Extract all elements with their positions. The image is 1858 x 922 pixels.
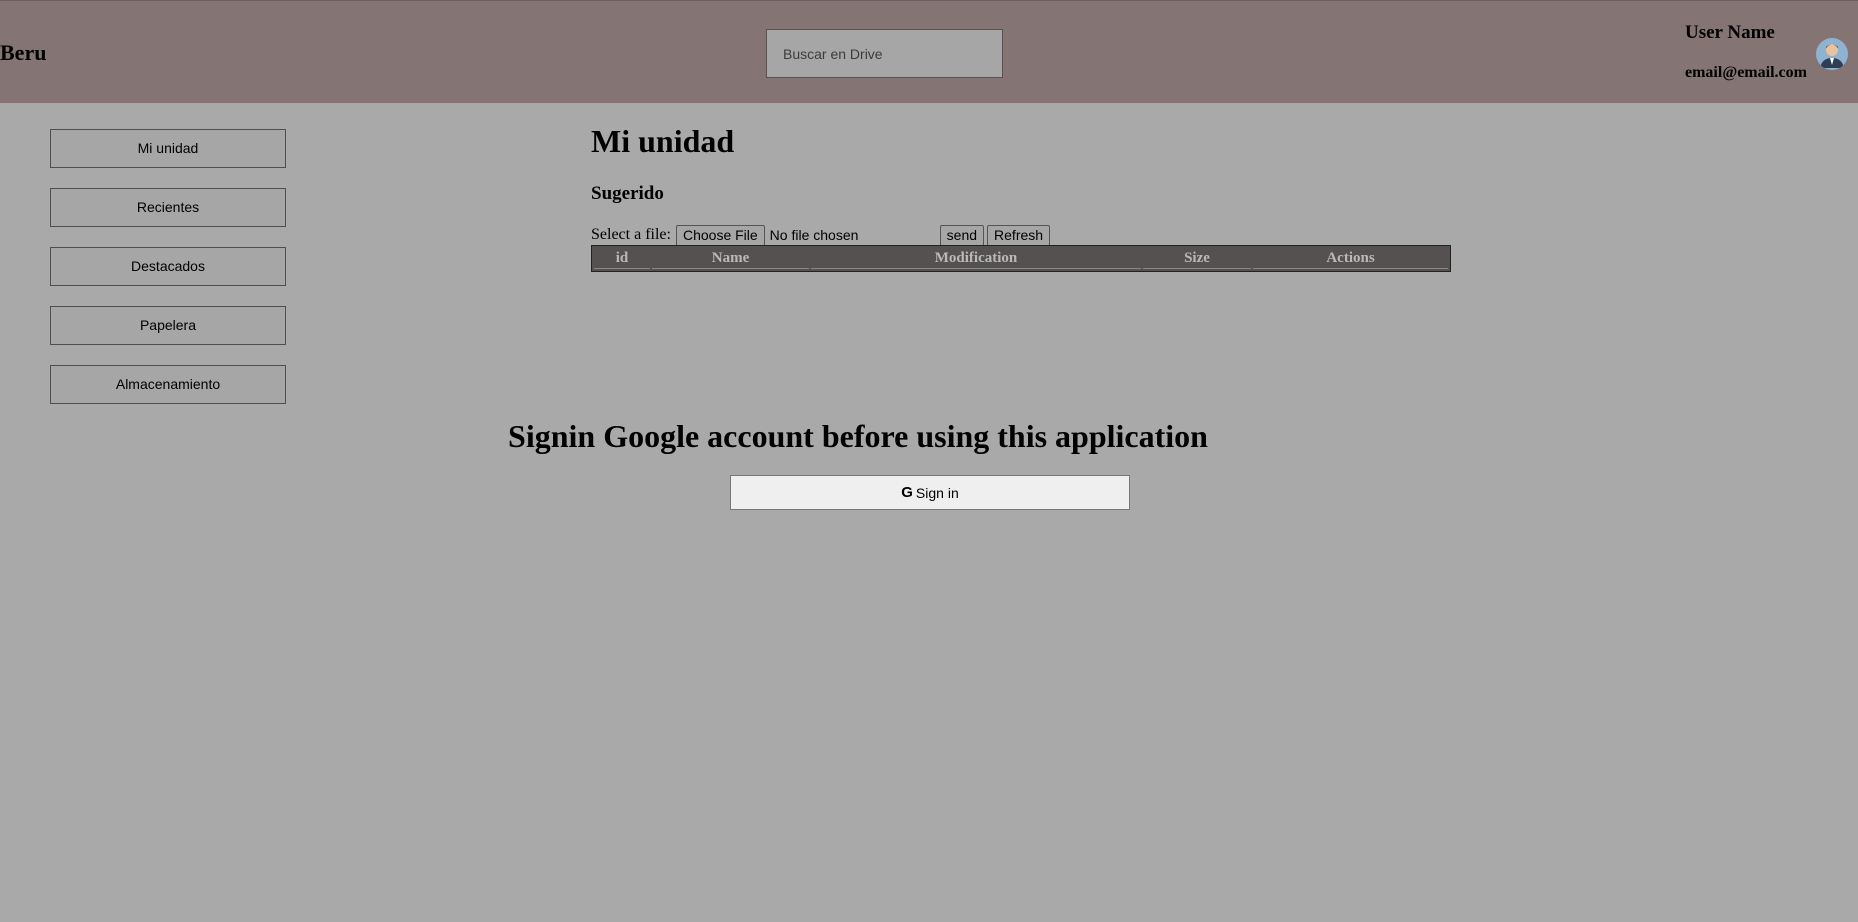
section-title: Sugerido	[591, 183, 664, 204]
file-label: Select a file:	[591, 226, 671, 243]
no-file-text: No file chosen	[769, 227, 859, 243]
page-title: Mi unidad	[591, 123, 735, 159]
top-bar: Beru User Name email@email.com	[0, 0, 1858, 103]
signin-message: Signin Google account before using this …	[508, 418, 1208, 454]
col-size: Size	[1143, 248, 1251, 269]
col-modification: Modification	[811, 248, 1141, 269]
sidebar-item-recientes[interactable]: Recientes	[50, 188, 286, 227]
sidebar-item-destacados[interactable]: Destacados	[50, 247, 286, 286]
upload-row: Select a file: Choose File No file chose…	[591, 224, 1051, 246]
files-table: id Name Modification Size Actions	[591, 245, 1451, 272]
col-actions: Actions	[1253, 248, 1448, 269]
user-email: email@email.com	[1685, 64, 1807, 81]
table-header-row: id Name Modification Size Actions	[594, 248, 1448, 269]
signin-button[interactable]: G Sign in	[730, 475, 1130, 510]
user-avatar-icon[interactable]	[1816, 38, 1848, 70]
user-name: User Name	[1685, 22, 1775, 43]
sidebar-item-mi-unidad[interactable]: Mi unidad	[50, 129, 286, 168]
signin-button-label: Sign in	[915, 484, 959, 501]
send-button[interactable]: send	[939, 224, 985, 246]
sidebar-item-papelera[interactable]: Papelera	[50, 306, 286, 345]
choose-file-button[interactable]: Choose File	[675, 224, 765, 246]
google-icon: G	[901, 484, 913, 501]
search-input[interactable]	[766, 29, 1003, 78]
refresh-button[interactable]: Refresh	[987, 224, 1051, 246]
col-id: id	[594, 248, 650, 269]
col-name: Name	[652, 248, 809, 269]
sidebar: Mi unidad Recientes Destacados Papelera …	[50, 129, 286, 424]
sidebar-item-almacenamiento[interactable]: Almacenamiento	[50, 365, 286, 404]
brand-title: Beru	[0, 40, 47, 65]
